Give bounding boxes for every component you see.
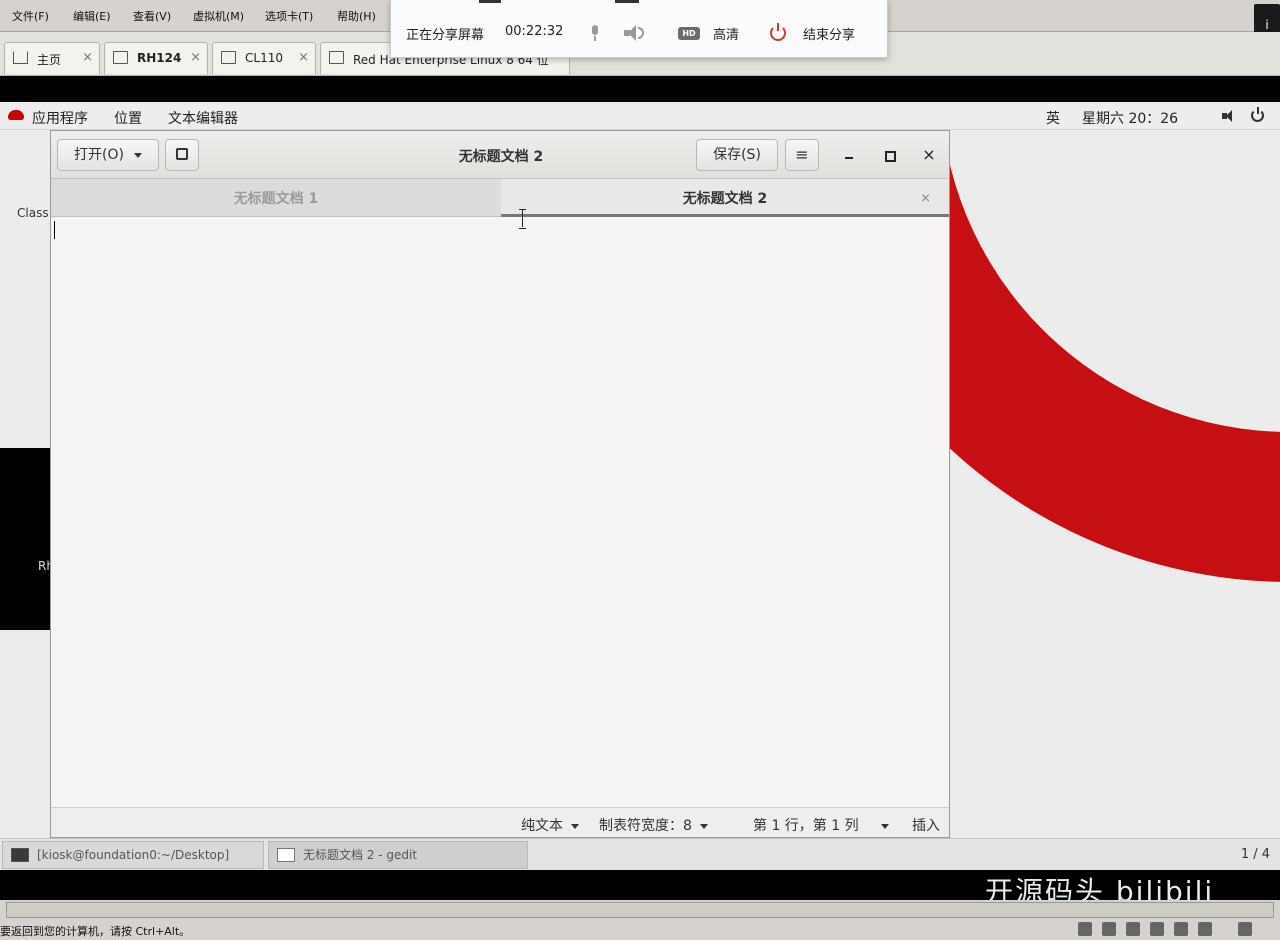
terminal-icon <box>11 848 29 862</box>
host-statusbar: 要返回到您的计算机，请按 Ctrl+Alt。 <box>0 900 1280 940</box>
language-selector[interactable]: 纯文本 <box>521 815 579 835</box>
document-tab-label: 无标题文档 1 <box>233 191 319 207</box>
host-tab-close-icon[interactable]: × <box>190 50 201 65</box>
share-timer: 00:22:32 <box>505 24 564 39</box>
power-menu-icon[interactable] <box>1251 107 1264 122</box>
host-tab-home[interactable]: 主页 × <box>4 42 100 74</box>
tab-width-label: 制表符宽度：8 <box>599 818 692 834</box>
end-share-button[interactable]: 结束分享 <box>803 24 855 43</box>
host-tab-close-icon[interactable]: × <box>82 50 93 65</box>
cursor-position-label: 第 1 行，第 1 列 <box>753 818 859 834</box>
hd-label[interactable]: 高清 <box>713 24 739 43</box>
vm-icon <box>329 51 344 64</box>
gnome-top-bar: 应用程序 位置 文本编辑器 英 星期六 20：26 <box>0 102 1280 130</box>
close-icon[interactable]: × <box>919 145 939 165</box>
vm-icon <box>221 51 236 64</box>
message-icon[interactable] <box>1238 922 1252 936</box>
host-horizontal-scrollbar[interactable] <box>6 902 1274 918</box>
desktop-dark-region <box>0 448 52 630</box>
open-button[interactable]: 打开(O) <box>57 139 159 171</box>
vm-icon <box>113 51 128 64</box>
host-menu-tabs[interactable]: 选项卡(T) <box>265 8 313 24</box>
device-icon[interactable] <box>1198 922 1212 936</box>
tab-close-icon[interactable]: × <box>920 179 931 219</box>
host-menu-vm[interactable]: 虚拟机(M) <box>193 8 244 24</box>
document-tab-1[interactable]: 无标题文档 1 <box>51 179 501 217</box>
power-icon[interactable] <box>770 23 786 41</box>
places-menu[interactable]: 位置 <box>114 108 142 128</box>
window-title: 无标题文档 2 <box>458 149 544 165</box>
clock[interactable]: 星期六 20：26 <box>1082 108 1178 128</box>
language-label: 纯文本 <box>521 818 563 834</box>
chevron-down-icon <box>699 823 708 829</box>
text-editor-icon <box>277 848 295 862</box>
cursor-position[interactable]: 第 1 行，第 1 列 <box>753 815 889 835</box>
ibeam-cursor-icon <box>518 209 527 229</box>
window-list-item-terminal[interactable]: [kiosk@foundation0:~/Desktop] <box>2 841 264 869</box>
applications-menu[interactable]: 应用程序 <box>32 108 88 128</box>
document-tab-strip: 无标题文档 1 无标题文档 2 × <box>51 179 949 217</box>
input-method-indicator[interactable]: 英 <box>1046 108 1060 128</box>
text-editor-area[interactable] <box>51 209 949 807</box>
host-status-message: 要返回到您的计算机，请按 Ctrl+Alt。 <box>0 925 191 938</box>
app-menu[interactable]: 文本编辑器 <box>168 108 238 128</box>
chevron-down-icon <box>133 152 142 158</box>
host-tab-cl110[interactable]: CL110 × <box>212 42 316 74</box>
volume-icon[interactable] <box>1222 110 1236 122</box>
device-icon[interactable] <box>1126 922 1140 936</box>
gedit-window: 打开(O) 无标题文档 2 保存(S) ≡ × 无标题文档 1 无标题文档 2 … <box>50 130 950 838</box>
document-tab-label: 无标题文档 2 <box>682 191 768 207</box>
maximize-icon[interactable] <box>879 145 899 165</box>
host-tab-label: RH124 <box>137 51 182 65</box>
device-icon[interactable] <box>1174 922 1188 936</box>
host-menu-help[interactable]: 帮助(H) <box>337 8 376 24</box>
desktop-icon-label[interactable]: Class <box>17 206 49 220</box>
hd-icon[interactable]: HD <box>678 27 700 40</box>
host-menu-view[interactable]: 查看(V) <box>133 8 171 24</box>
chevron-down-icon <box>571 823 579 829</box>
gedit-statusbar: 纯文本 制表符宽度：8 第 1 行，第 1 列 插入 <box>51 807 949 837</box>
vm-screen: 应用程序 位置 文本编辑器 英 星期六 20：26 Class Rh 打开(O)… <box>0 102 1280 870</box>
tab-width-selector[interactable]: 制表符宽度：8 <box>599 815 708 835</box>
host-tab-close-icon[interactable]: × <box>298 50 309 65</box>
host-tab-label: CL110 <box>245 51 283 65</box>
device-icon[interactable] <box>1150 922 1164 936</box>
redhat-icon <box>8 110 24 120</box>
open-button-label: 打开(O) <box>74 147 124 163</box>
toolbar-divider <box>615 0 639 3</box>
document-tab-2[interactable]: 无标题文档 2 × <box>501 179 949 217</box>
host-tab-label: 主页 <box>37 53 62 67</box>
device-icon[interactable] <box>1102 922 1116 936</box>
window-list-item-gedit[interactable]: 无标题文档 2 - gedit <box>268 841 528 869</box>
window-list-label: 无标题文档 2 - gedit <box>303 848 418 862</box>
host-tab-rh124[interactable]: RH124 × <box>104 42 208 74</box>
speaker-icon[interactable] <box>624 25 646 41</box>
minimize-icon[interactable] <box>839 145 859 165</box>
toolbar-divider <box>479 0 501 3</box>
device-icon[interactable] <box>1078 922 1092 936</box>
gedit-header-bar: 打开(O) 无标题文档 2 保存(S) ≡ × <box>51 131 949 179</box>
text-cursor <box>54 221 55 239</box>
host-menu-edit[interactable]: 编辑(E) <box>73 8 111 24</box>
new-document-icon <box>176 148 188 160</box>
share-status-text: 正在分享屏幕 <box>406 28 485 43</box>
gnome-window-list: [kiosk@foundation0:~/Desktop] 无标题文档 2 - … <box>0 838 1280 870</box>
new-document-button[interactable] <box>165 139 199 171</box>
home-icon <box>13 51 28 64</box>
insert-mode-indicator[interactable]: 插入 <box>912 815 940 835</box>
hamburger-menu-button[interactable]: ≡ <box>785 139 819 171</box>
microphone-icon[interactable] <box>590 25 600 41</box>
window-list-label: [kiosk@foundation0:~/Desktop] <box>37 848 230 862</box>
chevron-down-icon <box>880 823 889 829</box>
workspace-indicator[interactable]: 1 / 4 <box>1241 847 1270 862</box>
host-menu-file[interactable]: 文件(F) <box>12 8 49 24</box>
save-button[interactable]: 保存(S) <box>696 139 778 171</box>
